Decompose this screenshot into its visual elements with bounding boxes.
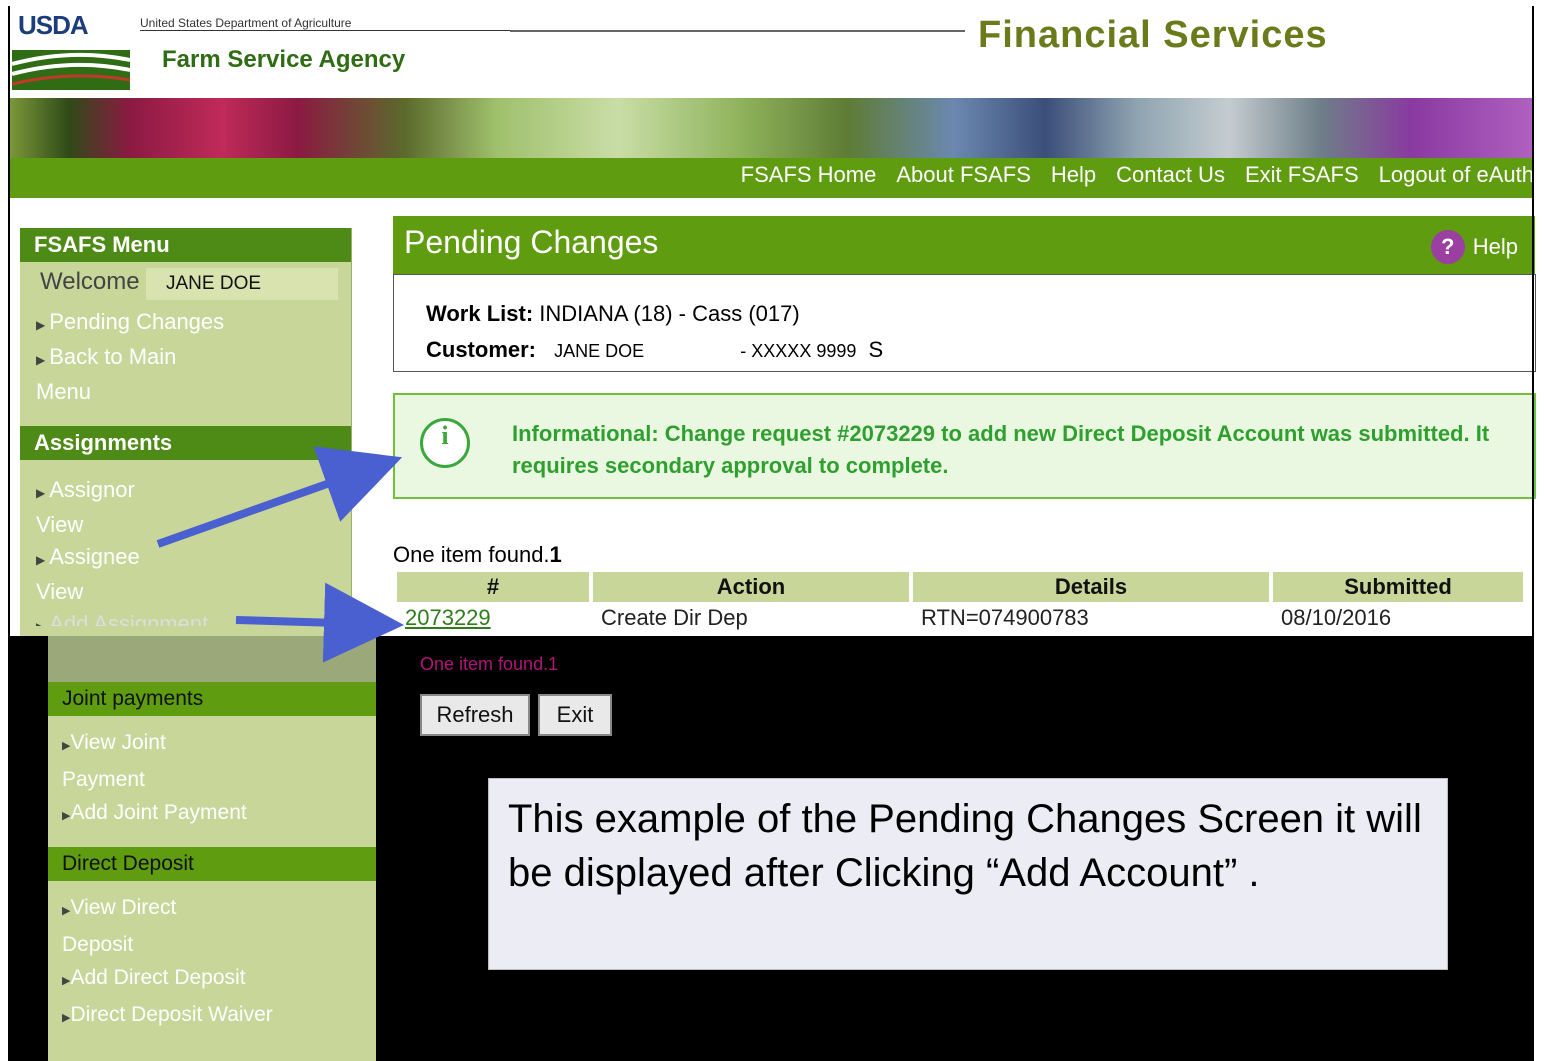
- column-header-submitted[interactable]: Submitted: [1273, 572, 1523, 602]
- result-count-number: 1: [549, 542, 562, 567]
- customer-name: JANE DOE: [554, 341, 645, 361]
- worklist-panel: Work List: INDIANA (18) - Cass (017) Cus…: [393, 274, 1536, 372]
- usda-logo-text: USDA: [18, 10, 89, 40]
- welcome-user: JANE DOE: [146, 268, 338, 300]
- result-count-bottom: One item found.1: [420, 654, 559, 674]
- nav-logout[interactable]: Logout of eAuth: [1379, 162, 1534, 188]
- nav-fsafs-home[interactable]: FSAFS Home: [741, 162, 877, 188]
- sidebar-menu: FSAFS Menu Welcome JANE DOE ▶ Pending Cha…: [20, 228, 352, 636]
- help-icon[interactable]: ?: [1430, 230, 1465, 264]
- row-details: RTN=074900783: [921, 605, 1089, 630]
- nav-help[interactable]: Help: [1051, 162, 1096, 188]
- triangle-right-icon: ▶: [36, 486, 46, 500]
- sidebar-item-label: Add Direct Deposit: [70, 966, 246, 989]
- sidebar-item-add-joint-payment[interactable]: ▶Add Joint Payment: [48, 796, 376, 833]
- sidebar-item-label: Pending Changes: [49, 309, 225, 334]
- triangle-right-icon: ▶: [36, 620, 45, 626]
- help-link[interactable]: ? Help: [1430, 230, 1518, 264]
- worklist-row: Work List: INDIANA (18) - Cass (017): [426, 301, 800, 327]
- sidebar-item-view-direct-deposit[interactable]: ▶View Direct Deposit: [48, 891, 212, 961]
- customer-label: Customer:: [426, 337, 537, 362]
- result-count-text: One item found.: [393, 542, 550, 567]
- sidebar-item-add-assignment[interactable]: ▶ Add Assignment: [20, 608, 351, 626]
- sidebar-item-label: Assignee View: [36, 544, 140, 604]
- app-title: Financial Services: [978, 14, 1328, 56]
- column-header-details[interactable]: Details: [913, 572, 1269, 602]
- info-icon: i: [420, 418, 470, 468]
- sidebar-item-label: Direct Deposit Waiver: [70, 1003, 273, 1026]
- nav-contact-us[interactable]: Contact Us: [1116, 162, 1225, 188]
- header-banner-image: [8, 98, 1534, 158]
- agency-name: Farm Service Agency: [162, 46, 406, 73]
- refresh-button[interactable]: Refresh: [420, 694, 530, 736]
- sidebar-menu-lower: Joint payments ▶View Joint Payment ▶Add …: [48, 636, 376, 1061]
- sidebar-item-assignee-view[interactable]: ▶ Assignee View: [20, 541, 176, 608]
- assignments-title: Assignments: [20, 426, 351, 460]
- sidebar-item-label: View Direct Deposit: [62, 896, 177, 956]
- worklist-label: Work List:: [426, 301, 534, 326]
- page-title: Pending Changes: [404, 224, 659, 260]
- help-label[interactable]: Help: [1473, 234, 1518, 260]
- nav-about-fsafs[interactable]: About FSAFS: [896, 162, 1031, 188]
- direct-deposit-title: Direct Deposit: [48, 847, 376, 881]
- sidebar-item-label: Assignor View: [36, 477, 135, 537]
- sidebar-menu-title: FSAFS Menu: [20, 228, 351, 262]
- sidebar-item-direct-deposit-waiver[interactable]: ▶Direct Deposit Waiver: [48, 998, 376, 1035]
- customer-id: - XXXXX 9999: [740, 341, 857, 361]
- department-name: United States Department of Agriculture: [140, 16, 510, 31]
- result-count: One item found.1: [393, 542, 562, 568]
- joint-payments-title: Joint payments: [48, 682, 376, 716]
- exit-button[interactable]: Exit: [538, 694, 612, 736]
- welcome-label: Welcome: [40, 268, 140, 295]
- nav-exit-fsafs[interactable]: Exit FSAFS: [1245, 162, 1359, 188]
- sidebar-item-pending-changes[interactable]: ▶ Pending Changes: [20, 306, 351, 341]
- column-header-id[interactable]: #: [397, 572, 589, 602]
- info-message: Informational: Change request #2073229 t…: [512, 421, 1490, 478]
- worklist-value: INDIANA (18) - Cass (017): [539, 301, 800, 326]
- sidebar-spacer: [48, 636, 376, 682]
- triangle-right-icon: ▶: [36, 318, 46, 332]
- annotation-text: This example of the Pending Changes Scre…: [508, 797, 1422, 895]
- row-submitted: 08/10/2016: [1281, 605, 1392, 630]
- welcome-row: Welcome JANE DOE: [20, 262, 351, 306]
- triangle-right-icon: ▶: [36, 353, 46, 367]
- sidebar-item-view-joint-payment[interactable]: ▶View Joint Payment: [48, 726, 202, 796]
- pending-changes-table: # Action Details Submitted 2073229 Creat…: [393, 570, 1527, 634]
- sidebar-item-label: Add Joint Payment: [70, 801, 247, 824]
- triangle-right-icon: ▶: [36, 553, 46, 567]
- customer-type: S: [868, 337, 884, 362]
- sidebar-item-label: View Joint Payment: [62, 731, 166, 791]
- table-row: 2073229 Create Dir Dep RTN=074900783 08/…: [397, 604, 1523, 632]
- table-header-row: # Action Details Submitted: [397, 572, 1523, 602]
- customer-row: Customer: JANE DOE - XXXXX 9999 S: [426, 337, 883, 363]
- change-request-link[interactable]: 2073229: [397, 604, 589, 632]
- sidebar-item-label: Add Assignment: [49, 611, 209, 626]
- top-nav-links: FSAFS Home About FSAFS Help Contact Us E…: [741, 162, 1534, 188]
- sidebar-item-back-to-main-menu[interactable]: ▶ Back to Main Menu: [20, 341, 226, 408]
- row-action: Create Dir Dep: [601, 605, 748, 630]
- column-header-action[interactable]: Action: [593, 572, 909, 602]
- sidebar-item-label: Back to Main Menu: [36, 344, 177, 404]
- sidebar-item-add-direct-deposit[interactable]: ▶Add Direct Deposit: [48, 961, 376, 998]
- header-divider: [510, 30, 965, 32]
- sidebar-item-assignor-view[interactable]: ▶ Assignor View: [20, 474, 166, 541]
